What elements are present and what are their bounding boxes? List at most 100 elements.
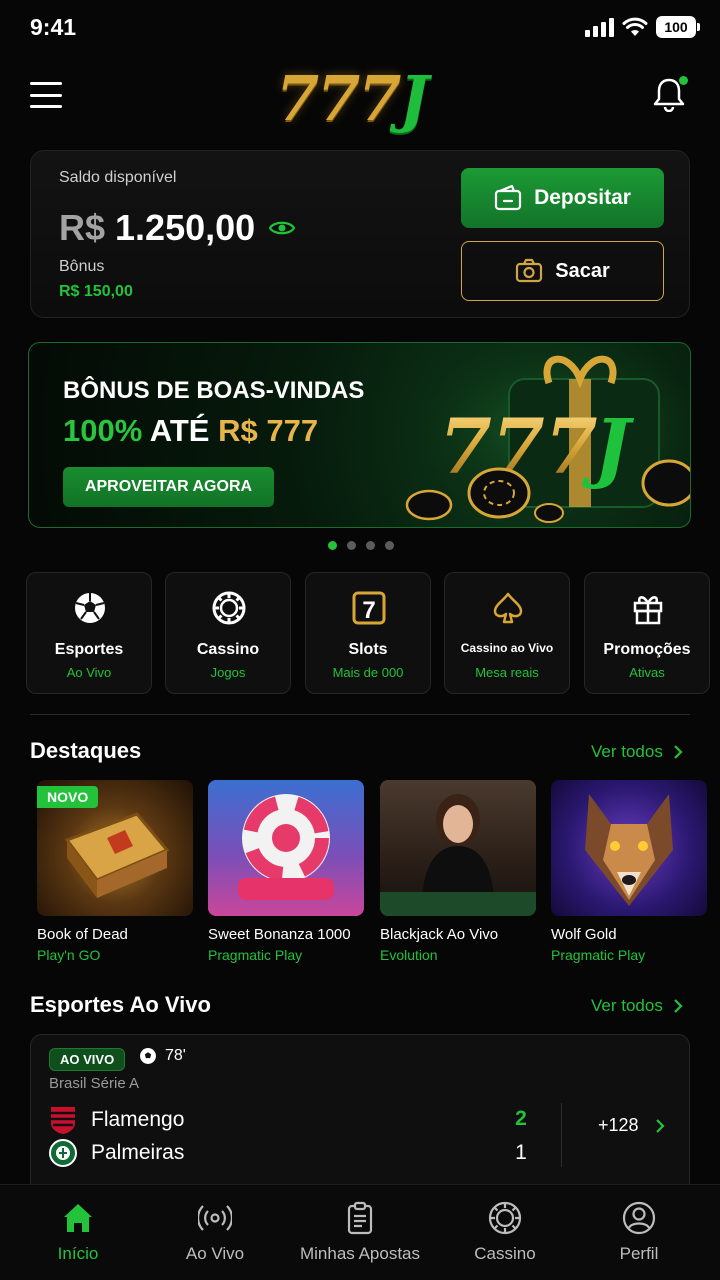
nav-home[interactable]: Início	[6, 1185, 150, 1280]
game-name: Book of Dead	[37, 926, 128, 943]
game-name: Blackjack Ao Vivo	[380, 926, 499, 943]
nav-label: Início	[57, 1244, 99, 1263]
brand-logo[interactable]: 777J	[276, 62, 429, 135]
live-match-card[interactable]: AO VIVO 78' Brasil Série A Flamengo 2 Pa…	[30, 1034, 690, 1194]
game-card[interactable]: Wolf Gold Pragmatic Play	[551, 780, 707, 963]
game-card[interactable]: Sweet Bonanza 1000 Pragmatic Play	[208, 780, 364, 963]
category-name: Cassino	[196, 641, 260, 658]
pagination-dot[interactable]	[385, 541, 394, 550]
soccer-ball-icon	[140, 1048, 156, 1064]
away-team: Palmeiras	[49, 1139, 184, 1167]
balance-label: Saldo disponível	[59, 169, 177, 186]
game-thumbnail: NOVO	[37, 780, 193, 916]
camera-icon	[516, 258, 543, 283]
svg-text:7: 7	[362, 597, 375, 624]
candy-illustration	[238, 794, 334, 900]
deposit-button[interactable]: Depositar	[461, 168, 664, 228]
chevron-right-icon	[674, 999, 683, 1013]
chevron-right-icon	[655, 1118, 665, 1133]
withdraw-button[interactable]: Sacar	[461, 241, 664, 301]
balance-card: Saldo disponível R$ 1.250,00 Bônus R$ 15…	[30, 150, 690, 318]
claim-bonus-button[interactable]: APROVEITAR AGORA	[63, 467, 274, 507]
palmeiras-crest-icon	[49, 1139, 77, 1167]
away-score: 1	[515, 1141, 527, 1164]
battery-icon: 100	[656, 16, 700, 38]
nav-my-bets[interactable]: Minhas Apostas	[288, 1185, 432, 1280]
balance-value: 1.250,00	[115, 207, 256, 248]
nav-label: Ao Vivo	[185, 1244, 245, 1263]
wallet-icon	[494, 185, 522, 211]
category-live-casino[interactable]: Cassino ao Vivo Mesa reais	[444, 572, 570, 694]
gift-icon	[633, 596, 663, 625]
game-card[interactable]: Blackjack Ao Vivo Evolution	[380, 780, 536, 963]
highlights-carousel: NOVO Book of Dead Play'n GO Sweet Bonanz…	[37, 780, 720, 970]
nav-label: Cassino	[474, 1244, 536, 1263]
deposit-label: Depositar	[534, 186, 631, 209]
menu-icon[interactable]	[30, 82, 62, 108]
category-subtitle: Ao Vivo	[66, 665, 112, 680]
game-provider: Evolution	[380, 947, 438, 963]
status-icons: 100	[585, 16, 700, 38]
bonus-amount: R$ 150,00	[59, 283, 133, 300]
more-markets-button[interactable]: +128	[598, 1115, 665, 1136]
nav-live[interactable]: Ao Vivo	[143, 1185, 287, 1280]
app-header: 777J	[0, 56, 720, 136]
match-minute: 78'	[139, 1047, 186, 1065]
game-name: Sweet Bonanza 1000	[208, 926, 351, 943]
game-thumbnail	[380, 780, 536, 916]
banner-gift-illustration: 777 J	[369, 343, 690, 527]
status-time: 9:41	[30, 14, 77, 40]
home-team: Flamengo	[49, 1105, 184, 1135]
banner-pagination[interactable]	[328, 541, 394, 550]
bonus-label: Bônus	[59, 258, 105, 275]
game-provider: Pragmatic Play	[208, 947, 303, 963]
category-name: Cassino ao Vivo	[460, 641, 554, 655]
nav-casino[interactable]: Cassino	[433, 1185, 577, 1280]
withdraw-label: Sacar	[555, 259, 610, 282]
game-provider: Play'n GO	[37, 947, 101, 963]
game-card[interactable]: NOVO Book of Dead Play'n GO	[37, 780, 193, 963]
nav-profile[interactable]: Perfil	[567, 1185, 711, 1280]
match-divider	[561, 1103, 562, 1167]
category-subtitle: Ativas	[629, 665, 665, 680]
casino-chip-icon	[488, 1201, 522, 1235]
wolf-illustration	[585, 794, 673, 906]
category-slots[interactable]: 7 Slots Mais de 000	[305, 572, 431, 694]
cellular-signal-icon	[585, 17, 614, 37]
category-promotions[interactable]: Promoções Ativas	[584, 572, 710, 694]
section-divider	[30, 714, 690, 715]
live-sports-title: Esportes Ao Vivo	[30, 992, 211, 1017]
dealer-illustration	[380, 794, 536, 916]
slot-seven-icon: 7	[352, 591, 386, 625]
category-casino[interactable]: Cassino Jogos	[165, 572, 291, 694]
eye-icon[interactable]	[269, 219, 296, 237]
status-bar: 9:41 100	[0, 0, 720, 56]
nav-label: Minhas Apostas	[299, 1244, 420, 1263]
live-sports-see-all-link[interactable]: Ver todos	[591, 996, 683, 1016]
pagination-dot[interactable]	[328, 541, 337, 550]
category-sports[interactable]: Esportes Ao Vivo	[26, 572, 152, 694]
casino-chip-icon	[212, 591, 246, 625]
welcome-bonus-banner[interactable]: BÔNUS DE BOAS-VINDAS 100% ATÉ R$ 777 APR…	[28, 342, 691, 528]
game-thumbnail	[551, 780, 707, 916]
bottom-navigation: Início Ao Vivo Minhas Apostas Cassino Pe…	[0, 1184, 720, 1280]
clipboard-icon	[347, 1201, 373, 1235]
wifi-icon	[622, 17, 648, 36]
category-name: Slots	[348, 641, 388, 658]
highlights-see-all-link[interactable]: Ver todos	[591, 742, 683, 762]
chevron-right-icon	[674, 745, 683, 759]
user-icon	[622, 1201, 656, 1235]
soccer-ball-icon	[75, 593, 105, 623]
home-icon	[64, 1204, 92, 1232]
broadcast-icon	[198, 1205, 232, 1231]
notification-bell-icon[interactable]	[652, 76, 688, 114]
game-provider: Pragmatic Play	[551, 947, 646, 963]
league-name: Brasil Série A	[49, 1075, 140, 1092]
new-badge: NOVO	[37, 786, 99, 808]
pagination-dot[interactable]	[366, 541, 375, 550]
live-badge: AO VIVO	[49, 1048, 126, 1071]
pagination-dot[interactable]	[347, 541, 356, 550]
category-subtitle: Jogos	[210, 665, 246, 680]
game-thumbnail	[208, 780, 364, 916]
banner-offer: 100% ATÉ R$ 777	[63, 413, 319, 448]
